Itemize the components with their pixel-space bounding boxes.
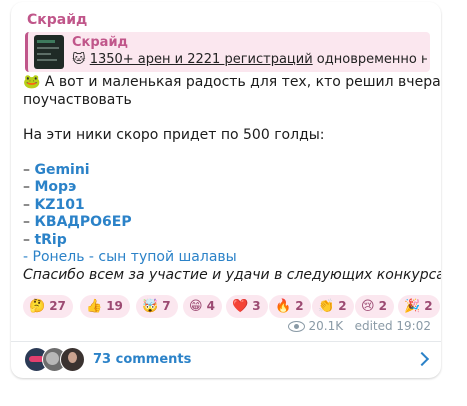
party-popper-icon: 🎉: [404, 299, 421, 314]
reaction-thinking[interactable]: 🤔 27: [23, 295, 73, 318]
fire-icon: 🔥: [275, 299, 292, 314]
reaction-count: 2: [295, 299, 304, 313]
grin-face-icon: 😁: [189, 299, 203, 314]
comments-button[interactable]: 73 comments: [11, 342, 441, 378]
thinking-face-icon: 🤔: [29, 299, 46, 314]
reply-text: 🐱 1350+ арен и 2221 регистраций одноврем…: [72, 52, 427, 67]
reaction-count: 2: [378, 299, 387, 313]
eye-icon: [287, 321, 305, 332]
reply-author: Скрайд: [72, 35, 129, 50]
reply-preview[interactable]: Скрайд 🐱 1350+ арен и 2221 регистраций о…: [25, 32, 430, 72]
reaction-fire[interactable]: 🔥 2: [269, 295, 311, 318]
reaction-count: 4: [206, 299, 215, 313]
reaction-count: 3: [252, 299, 261, 313]
frog-emoji-icon: 🐸: [23, 74, 41, 90]
clap-icon: 👏: [318, 299, 335, 314]
reaction-count: 19: [106, 299, 123, 313]
reaction-count: 2: [338, 299, 347, 313]
nick-prefix: –: [23, 179, 35, 195]
reply-text-rest: одновременно на ...: [316, 52, 427, 67]
extra-link[interactable]: - Ронель - сын тупой шалавы: [23, 249, 237, 265]
chevron-right-icon: [414, 351, 430, 367]
reaction-mind-blown[interactable]: 🤯 7: [136, 295, 178, 318]
reactions-bar: 🤔 27 👍 19 🤯 7 😁 4 ❤️ 3 🔥 2 👏 2 😢 2 🎉 2: [23, 295, 441, 321]
mind-blown-icon: 🤯: [142, 299, 159, 314]
nick-link-trip[interactable]: tRip: [34, 232, 66, 248]
comments-label[interactable]: 73 comments: [93, 352, 191, 367]
message-meta: 20.1K edited 19:02: [287, 319, 431, 333]
reaction-count: 7: [162, 299, 171, 313]
closing-text: Спасибо всем за участие и удачи в следую…: [23, 266, 441, 283]
nick-prefix: –: [23, 161, 35, 178]
crying-face-icon: 😢: [361, 299, 375, 314]
text-line-2: поучаствовать: [23, 91, 132, 108]
heart-icon: ❤️: [232, 299, 249, 314]
reaction-cry[interactable]: 😢 2: [355, 295, 394, 318]
edited-time: edited 19:02: [354, 319, 431, 333]
text-line-1: А вот и маленькая радость для тех, кто р…: [44, 74, 441, 90]
views-count: 20.1K: [308, 319, 344, 333]
reaction-count: 27: [49, 299, 66, 313]
cat-emoji-icon: 🐱: [72, 52, 86, 67]
message-bubble: Скрайд Скрайд 🐱 1350+ арен и 2221 регист…: [11, 2, 441, 378]
reaction-thumbs-up[interactable]: 👍 19: [80, 295, 130, 318]
reply-thumbnail: [34, 35, 64, 69]
reaction-clap[interactable]: 👏 2: [312, 295, 354, 318]
avatar: [60, 347, 85, 372]
nick-link-kvadro6er[interactable]: КВАДРО6ЕР: [34, 214, 131, 230]
nick-link-more[interactable]: Морэ: [34, 179, 76, 195]
sender-name[interactable]: Скрайд: [27, 12, 87, 28]
thumbs-up-icon: 👍: [86, 299, 103, 314]
reply-text-underlined: 1350+ арен и 2221 регистраций: [89, 52, 313, 67]
nick-prefix: –: [23, 231, 35, 248]
reaction-party[interactable]: 🎉 2: [398, 295, 440, 318]
reaction-count: 2: [424, 299, 433, 313]
reaction-heart[interactable]: ❤️ 3: [226, 295, 268, 318]
nick-link-gemini[interactable]: Gemini: [34, 162, 89, 178]
nick-prefix: –: [23, 196, 35, 213]
reaction-grin[interactable]: 😁 4: [183, 295, 222, 318]
text-line-3: На эти ники скоро придет по 500 голды:: [23, 126, 325, 143]
message-text: 🐸 А вот и маленькая радость для тех, кто…: [23, 74, 441, 284]
nick-link-kz101[interactable]: KZ101: [34, 197, 84, 213]
nick-prefix: –: [23, 214, 35, 230]
